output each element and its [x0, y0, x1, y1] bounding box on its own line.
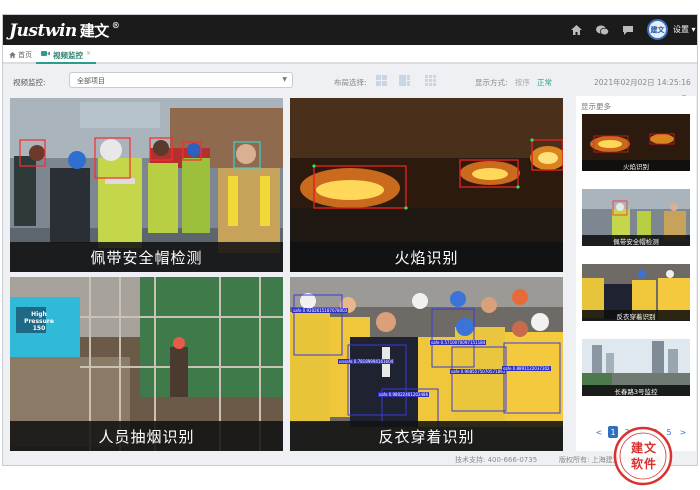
thumb-caption: 长春路3号监控 — [582, 385, 690, 396]
support-phone: 技术支持: 400-666-0735 — [455, 456, 538, 464]
datetime: 2021年02月02日 14:25:16 — [594, 78, 691, 87]
toolbar: 视频监控: 全部项目 ▼ 布局选择: 显示方式: 按序 正常 2021年02月0… — [3, 66, 697, 96]
project-select-value: 全部项目 — [77, 77, 105, 85]
tab-home-label: 首页 — [18, 51, 32, 59]
registered-mark: ® — [111, 20, 120, 30]
tab-video-label: 视频监控 — [53, 51, 83, 60]
layout-2x2-button[interactable] — [376, 75, 387, 86]
display-mode-label: 显示方式: — [475, 78, 508, 87]
brand-logo[interactable]: Justwin 建文 ® — [9, 20, 120, 41]
chevron-down-icon: ▼ — [282, 76, 287, 83]
app-window: Justwin 建文 ® 建文 设置 ▾ 首页 视频监控 × 视频监控: 全部项目 … — [2, 14, 698, 466]
side-panel: 显示更多 火焰识别 佩带安全帽检测 反衣穿着识别 长春路3号监控 < 1 5 > — [576, 96, 696, 451]
video-tile-helmet[interactable]: 佩带安全帽检测 — [10, 98, 283, 272]
pager-next[interactable]: > — [678, 426, 688, 438]
thumb-street[interactable]: 长春路3号监控 — [582, 339, 690, 396]
detection-label: safe 0.9202615187078003 — [292, 308, 349, 313]
svg-text:软: 软 — [631, 456, 643, 471]
thumb-caption: 反衣穿着识别 — [582, 310, 690, 321]
video-tile-flame[interactable]: 火焰识别 — [290, 98, 563, 272]
monitor-label: 视频监控: — [13, 78, 46, 87]
tile-caption: 火焰识别 — [290, 242, 563, 272]
thumb-flame[interactable]: 火焰识别 — [582, 114, 690, 171]
top-bar: Justwin 建文 ® 建文 设置 ▾ — [3, 15, 697, 45]
video-tile-smoking[interactable]: High Pressure 150 人员抽烟识别 — [10, 277, 283, 451]
detection-label: safe 0.9085575070571895 — [450, 369, 507, 374]
close-icon[interactable]: × — [86, 50, 91, 57]
display-seq-option[interactable]: 按序 — [515, 77, 530, 88]
project-select[interactable]: 全部项目 ▼ — [69, 72, 293, 88]
wechat-icon[interactable] — [595, 23, 609, 37]
avatar[interactable]: 建文 — [647, 19, 668, 40]
video-tile-vest[interactable]: safe 0.9202615187078003 safe 0.571007009… — [290, 277, 563, 451]
logo-cn: 建文 — [79, 22, 110, 40]
svg-text:建: 建 — [630, 440, 644, 455]
svg-text:件: 件 — [644, 456, 656, 471]
detection-label: unsafe 0.78189994161604 — [338, 359, 395, 364]
chevron-down-icon: ▾ — [691, 25, 696, 34]
company-stamp: 建 文 软 件 — [613, 426, 673, 486]
detection-label: safe 0.98022401202486 — [378, 392, 430, 397]
display-normal-option[interactable]: 正常 — [537, 77, 552, 88]
thumb-vest[interactable]: 反衣穿着识别 — [582, 264, 690, 321]
tile-caption: 佩带安全帽检测 — [10, 242, 283, 272]
tile-caption: 反衣穿着识别 — [290, 421, 563, 451]
settings-menu[interactable]: 设置 ▾ — [673, 24, 696, 35]
tab-video-monitor[interactable]: 视频监控 × — [36, 47, 97, 64]
layout-3x3-button[interactable] — [425, 75, 436, 86]
detection-label: safe 0.8891122037202 — [502, 366, 551, 371]
thumb-caption: 火焰识别 — [582, 160, 690, 171]
tab-home[interactable]: 首页 — [9, 50, 32, 60]
tab-bar: 首页 视频监控 × — [3, 45, 697, 64]
detection-label: safe 0.5710070097151184 — [430, 340, 487, 345]
show-more-title: 显示更多 — [581, 102, 611, 111]
tile-caption: 人员抽烟识别 — [10, 421, 283, 451]
video-icon — [41, 51, 50, 56]
home-icon[interactable] — [569, 23, 583, 37]
layout-1plus-button[interactable] — [399, 75, 410, 86]
logo-text: Justwin — [9, 21, 77, 41]
thumb-caption: 佩带安全帽检测 — [582, 235, 690, 246]
label-high-pressure: High Pressure 150 — [24, 311, 54, 332]
home-small-icon — [9, 52, 16, 58]
layout-label: 布局选择: — [334, 78, 367, 87]
thumb-helmet[interactable]: 佩带安全帽检测 — [582, 189, 690, 246]
chat-icon[interactable] — [621, 23, 635, 37]
settings-label: 设置 — [673, 25, 689, 34]
svg-text:文: 文 — [644, 440, 657, 455]
pager-prev[interactable]: < — [594, 426, 604, 438]
